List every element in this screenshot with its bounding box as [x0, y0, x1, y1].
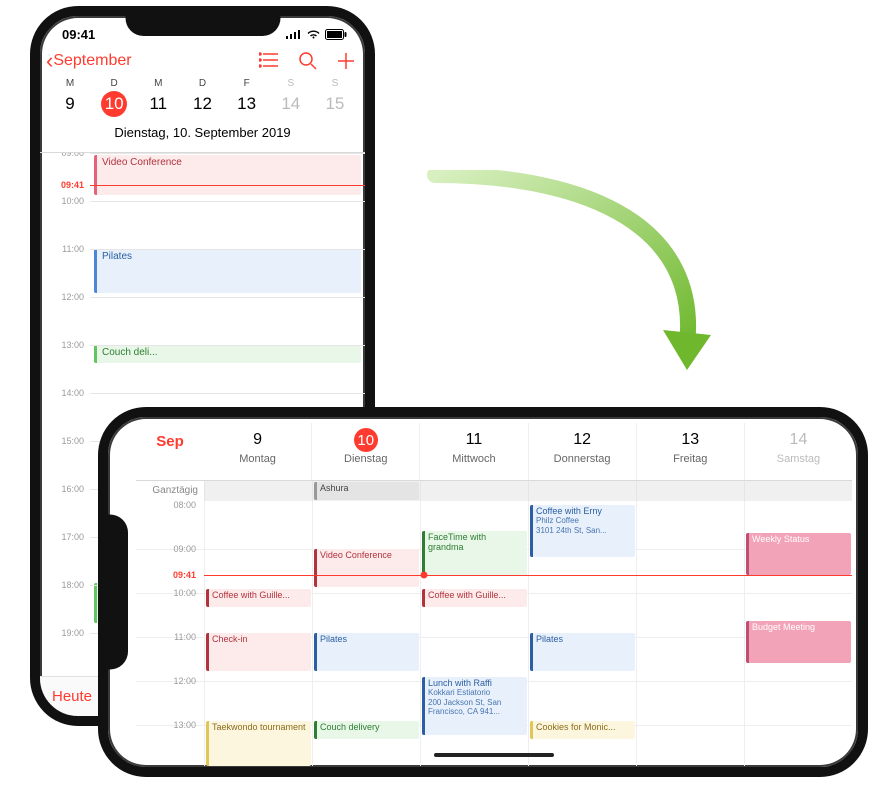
- event-pilates-thu[interactable]: Pilates: [530, 633, 635, 671]
- col-wed[interactable]: FaceTime with grandma Coffee with Guille…: [420, 501, 528, 766]
- dow-label: S: [315, 78, 355, 89]
- event-pilates[interactable]: Pilates: [314, 633, 419, 671]
- back-label: September: [53, 52, 131, 70]
- date-cell[interactable]: 15: [315, 89, 355, 119]
- event-coffee-guille-2[interactable]: Coffee with Guille...: [422, 589, 527, 607]
- week-grid[interactable]: 08:00 09:00 10:00 11:00 12:00 13:00 09:41 Coff…: [136, 501, 852, 766]
- hour-label: 14:00: [46, 388, 84, 398]
- event-taekwondo[interactable]: Taekwondo tournament: [206, 721, 311, 766]
- date-cell[interactable]: 10: [94, 89, 134, 119]
- hour-label: 13:00: [46, 340, 84, 350]
- event-couch-delivery[interactable]: Couch deli...: [94, 345, 361, 363]
- dow-label: D: [94, 78, 134, 89]
- dow-label: S: [271, 78, 311, 89]
- event-ashura[interactable]: Ashura: [314, 482, 419, 500]
- hour-label: 17:00: [46, 532, 84, 542]
- search-icon[interactable]: [299, 52, 317, 70]
- event-coffee-erny[interactable]: Coffee with Erny Philz Coffee 3101 24th …: [530, 505, 635, 557]
- date-cell[interactable]: 13: [227, 89, 267, 119]
- day-header[interactable]: 14Samstag: [744, 423, 852, 480]
- event-lunch-raffi[interactable]: Lunch with Raffi Kokkari Estiatorio 200 …: [422, 677, 527, 735]
- now-line: [90, 185, 365, 186]
- event-coffee-guille[interactable]: Coffee with Guille...: [206, 589, 311, 607]
- hour-label: 09:00: [173, 544, 196, 554]
- allday-label: Ganztägig: [136, 481, 204, 501]
- week-header: MDMDFSS 9101112131415 Dienstag, 10. Sept…: [40, 74, 365, 153]
- date-cell[interactable]: 14: [271, 89, 311, 119]
- event-video-conference[interactable]: Video Conference: [314, 549, 419, 587]
- status-time: 09:41: [62, 27, 95, 42]
- nav-bar: ‹ September: [40, 46, 365, 74]
- dow-label: D: [182, 78, 222, 89]
- notch: [106, 515, 128, 670]
- dow-label: M: [138, 78, 178, 89]
- col-thu[interactable]: Coffee with Erny Philz Coffee 3101 24th …: [528, 501, 636, 766]
- add-icon[interactable]: [337, 52, 355, 70]
- now-label: 09:41: [173, 570, 196, 580]
- hour-label: 11:00: [46, 244, 84, 254]
- event-weekly-status[interactable]: Weekly Status: [746, 533, 851, 575]
- home-indicator[interactable]: [434, 753, 554, 757]
- dow-label: M: [50, 78, 90, 89]
- hour-label: 10:00: [173, 588, 196, 598]
- hour-label: 15:00: [46, 436, 84, 446]
- month-button[interactable]: Sep: [136, 423, 204, 480]
- chevron-left-icon: ‹: [46, 50, 53, 72]
- hour-label: 11:00: [174, 632, 196, 642]
- battery-icon: [325, 29, 347, 40]
- hour-label: 08:00: [173, 501, 196, 510]
- hour-label: 09:00: [46, 153, 84, 158]
- status-icons: [286, 29, 347, 40]
- list-icon[interactable]: [259, 52, 279, 68]
- col-fri[interactable]: [636, 501, 744, 766]
- allday-row: Ganztägig Ashura: [136, 481, 852, 501]
- col-mon[interactable]: Coffee with Guille... Check-in Taekwondo…: [204, 501, 312, 766]
- now-label: 09:41: [46, 180, 84, 190]
- hour-label: 16:00: [46, 484, 84, 494]
- event-pilates[interactable]: Pilates: [94, 249, 361, 293]
- event-facetime[interactable]: FaceTime with grandma: [422, 531, 527, 576]
- landscape-phone: Sep 9Montag10Dienstag11Mittwoch12Donners…: [98, 407, 868, 777]
- day-header[interactable]: 10Dienstag: [311, 423, 419, 480]
- back-button[interactable]: ‹ September: [46, 50, 132, 72]
- day-header[interactable]: 13Freitag: [636, 423, 744, 480]
- event-budget-meeting[interactable]: Budget Meeting: [746, 621, 851, 663]
- day-header[interactable]: 11Mittwoch: [419, 423, 527, 480]
- now-line: [204, 575, 852, 576]
- event-cookies[interactable]: Cookies for Monic...: [530, 721, 635, 739]
- event-video-conference[interactable]: Video Conference: [94, 155, 361, 195]
- event-couch-delivery[interactable]: Couch delivery: [314, 721, 419, 739]
- signal-icon: [286, 29, 302, 39]
- hour-label: 13:00: [173, 720, 196, 730]
- hour-label: 19:00: [46, 628, 84, 638]
- day-header[interactable]: 12Donnerstag: [528, 423, 636, 480]
- wifi-icon: [306, 29, 321, 40]
- dow-row: MDMDFSS: [46, 78, 359, 89]
- date-row: 9101112131415: [46, 89, 359, 119]
- event-checkin[interactable]: Check-in: [206, 633, 311, 671]
- date-cell[interactable]: 9: [50, 89, 90, 119]
- dow-label: F: [227, 78, 267, 89]
- notch: [125, 14, 280, 36]
- date-cell[interactable]: 12: [182, 89, 222, 119]
- rotate-arrow: [395, 170, 725, 410]
- week-header: Sep 9Montag10Dienstag11Mittwoch12Donners…: [136, 423, 852, 481]
- hour-label: 12:00: [173, 676, 196, 686]
- col-tue[interactable]: Video Conference Pilates Couch delivery: [312, 501, 420, 766]
- hour-label: 18:00: [46, 580, 84, 590]
- day-header[interactable]: 9Montag: [204, 423, 311, 480]
- col-sat[interactable]: Weekly Status Budget Meeting: [744, 501, 852, 766]
- hour-label: 10:00: [46, 196, 84, 206]
- now-dot: [421, 572, 428, 579]
- day-title: Dienstag, 10. September 2019: [46, 119, 359, 148]
- hour-label: 12:00: [46, 292, 84, 302]
- date-cell[interactable]: 11: [138, 89, 178, 119]
- today-button[interactable]: Heute: [52, 688, 92, 705]
